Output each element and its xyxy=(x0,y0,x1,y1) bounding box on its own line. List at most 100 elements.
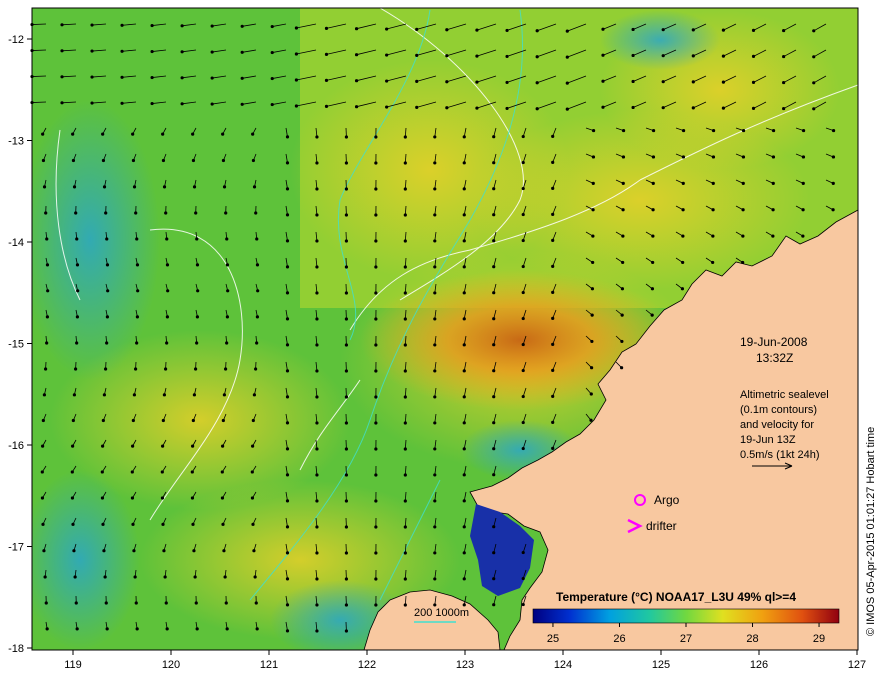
lon-tick-label: 126 xyxy=(750,659,768,671)
vector-head xyxy=(42,549,46,553)
vector-head xyxy=(210,50,214,54)
vector-head xyxy=(164,211,168,215)
vector-head xyxy=(255,315,260,319)
vector-head xyxy=(492,603,496,607)
vector-head xyxy=(462,447,466,451)
lat-tick-label: -15 xyxy=(8,339,24,351)
vector-head xyxy=(521,212,525,217)
vector-head xyxy=(105,315,110,319)
vector-head xyxy=(315,447,319,451)
lat-tick-label: -12 xyxy=(8,34,24,46)
lon-tick-label: 124 xyxy=(554,659,572,671)
vector-head xyxy=(711,260,715,265)
vector-head xyxy=(831,208,835,212)
vector-head xyxy=(385,53,389,57)
drifter-label: drifter xyxy=(646,519,677,533)
vector-head xyxy=(100,496,105,500)
vector-head xyxy=(105,627,109,631)
vector-head xyxy=(721,106,726,110)
vector-head xyxy=(240,24,244,28)
vector-head xyxy=(285,369,290,373)
vector-head xyxy=(252,393,257,397)
vector-head xyxy=(255,263,260,267)
vector-head xyxy=(133,575,137,579)
vector-head xyxy=(252,185,257,189)
vector-head xyxy=(403,135,407,139)
vector-head xyxy=(90,101,94,105)
vector-head xyxy=(590,287,595,291)
vector-head xyxy=(43,575,47,579)
vector-head xyxy=(462,291,466,295)
vector-head xyxy=(551,160,555,164)
vector-head xyxy=(782,80,786,85)
vector-head xyxy=(551,394,555,398)
vector-head xyxy=(190,496,195,500)
vector-head xyxy=(521,602,525,607)
vector-head xyxy=(161,158,166,163)
lat-tick-label: -14 xyxy=(8,237,24,249)
vector-head xyxy=(251,522,255,526)
vector-head xyxy=(462,343,466,347)
vector-head xyxy=(294,52,299,56)
bathymetry-label: 200 1000m xyxy=(414,607,469,619)
vector-head xyxy=(285,239,290,243)
date-label: 19-Jun-2008 xyxy=(740,335,808,349)
vector-head xyxy=(492,577,496,581)
vector-head xyxy=(462,473,466,477)
vector-head xyxy=(492,239,496,243)
vector-head xyxy=(315,473,319,477)
vector-head xyxy=(132,549,136,553)
vector-head xyxy=(285,395,290,399)
lon-tick-label: 127 xyxy=(848,659,866,671)
vector-head xyxy=(220,496,225,500)
vector-head xyxy=(270,76,274,81)
vector-head xyxy=(681,128,686,133)
vector-head xyxy=(223,575,227,579)
vector-head xyxy=(551,316,555,320)
vector-head xyxy=(344,603,349,607)
vector-head xyxy=(462,551,466,555)
vector-head xyxy=(191,522,195,526)
vector-head xyxy=(782,106,786,111)
vector-head xyxy=(591,128,596,133)
vector-head xyxy=(631,105,635,110)
vector-head xyxy=(433,447,437,451)
vector-head xyxy=(374,187,378,191)
vector-head xyxy=(590,313,594,317)
vector-head xyxy=(445,28,449,32)
vector-head xyxy=(191,444,195,448)
vector-head xyxy=(535,81,539,85)
vector-head xyxy=(741,208,745,212)
vector-head xyxy=(285,265,290,269)
vector-head xyxy=(75,237,79,241)
vector-head xyxy=(43,367,48,371)
vector-head xyxy=(90,49,94,53)
vector-head xyxy=(191,158,196,163)
vector-head xyxy=(135,263,140,267)
vector-head xyxy=(782,28,786,33)
vector-head xyxy=(433,577,437,581)
vector-head xyxy=(221,132,225,136)
vector-head xyxy=(521,238,525,243)
vector-head xyxy=(462,577,466,581)
vector-head xyxy=(601,27,605,31)
vector-head xyxy=(801,155,806,159)
vector-head xyxy=(225,263,230,267)
vector-head xyxy=(374,577,378,581)
vector-head xyxy=(225,627,229,631)
vector-head xyxy=(225,237,229,241)
vector-head xyxy=(255,627,259,631)
vector-head xyxy=(285,629,290,633)
vector-head xyxy=(403,161,407,165)
vector-head xyxy=(591,208,595,212)
vector-head xyxy=(565,55,569,59)
vector-head xyxy=(651,128,656,133)
vector-head xyxy=(76,289,80,293)
colorbar-title: Temperature (°C) NOAA17_L3U 49% ql>=4 xyxy=(556,590,796,604)
vector-head xyxy=(180,24,184,28)
vector-head xyxy=(101,132,105,136)
vector-head xyxy=(433,291,437,295)
vector-head xyxy=(492,395,496,399)
vector-head xyxy=(403,213,407,217)
vector-head xyxy=(285,603,290,607)
